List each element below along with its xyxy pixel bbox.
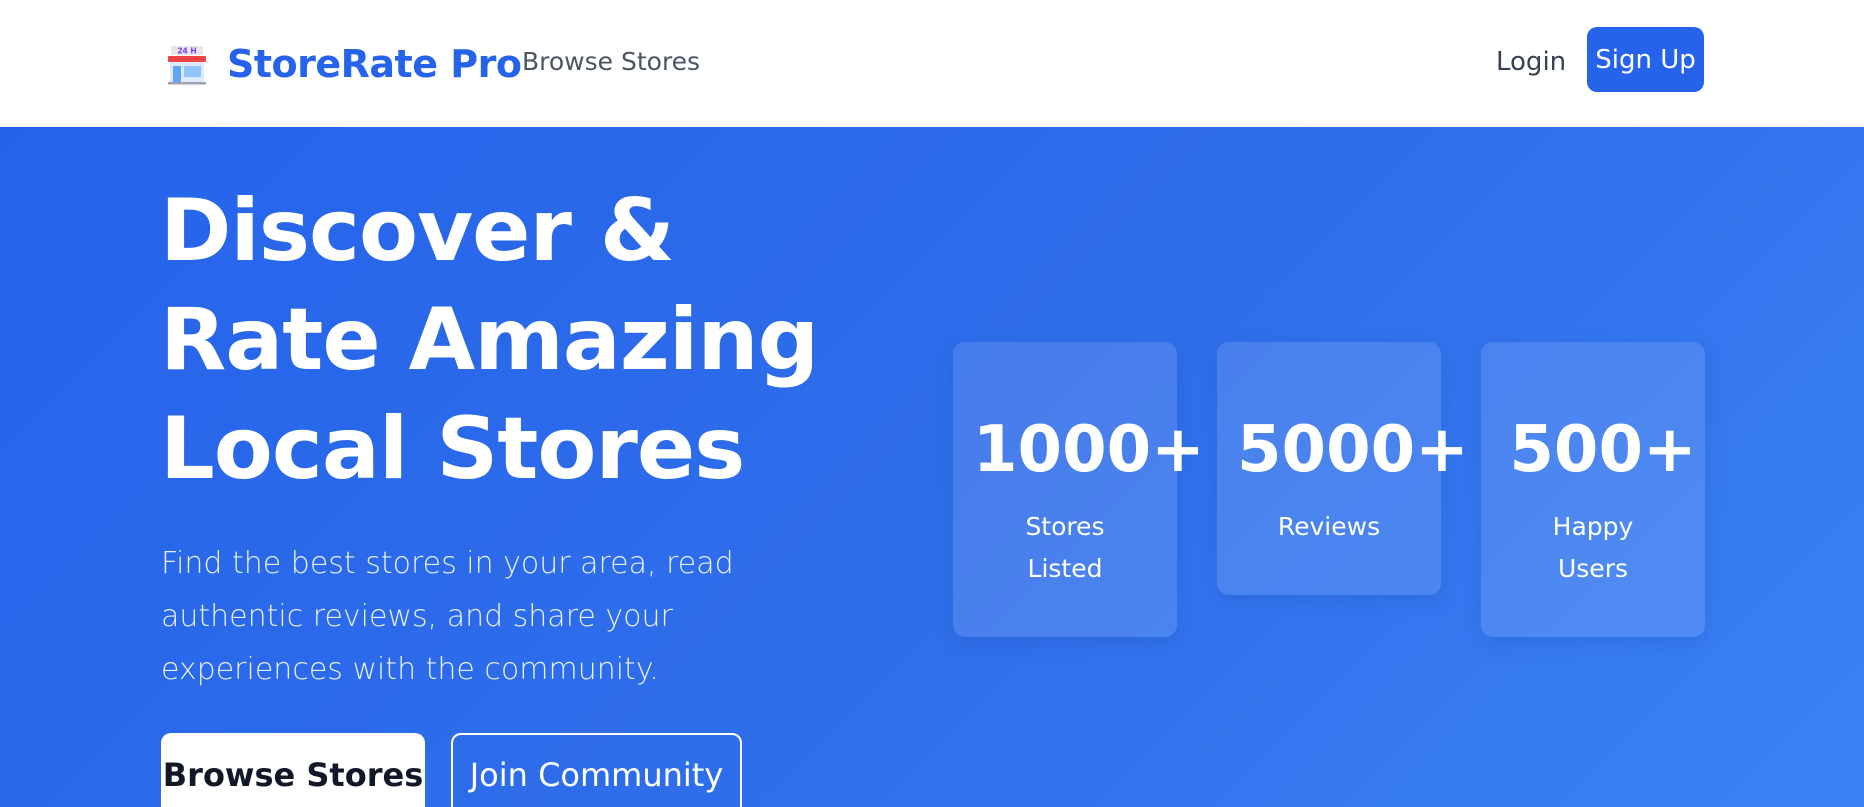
svg-text:24 H: 24 H bbox=[177, 47, 196, 56]
stat-label: Stores Listed bbox=[983, 506, 1147, 590]
stat-label-line: Stores bbox=[1025, 512, 1105, 541]
stat-card-stores: 1000+ Stores Listed bbox=[953, 342, 1205, 637]
stat-label-line: Listed bbox=[1027, 554, 1103, 583]
stat-value: 500+ bbox=[1509, 413, 1697, 487]
stat-label-line: Reviews bbox=[1277, 512, 1381, 541]
browse-stores-button[interactable]: Browse Stores bbox=[161, 733, 425, 807]
stat-label: Happy Users bbox=[1511, 506, 1675, 590]
hero-section: Discover & Rate Amazing Local Stores Fin… bbox=[0, 127, 1864, 807]
stat-value: 1000+ bbox=[973, 413, 1205, 487]
signup-button[interactable]: Sign Up bbox=[1587, 27, 1704, 92]
stat-label-line: Happy bbox=[1552, 512, 1634, 541]
stat-card-users: 500+ Happy Users bbox=[1481, 342, 1705, 637]
brand-name: StoreRate Pro bbox=[227, 42, 522, 86]
hero-title: Discover & Rate Amazing Local Stores bbox=[160, 181, 819, 499]
login-link[interactable]: Login bbox=[1496, 44, 1566, 80]
stat-label: Reviews bbox=[1247, 506, 1411, 548]
brand-logo[interactable]: 24 H StoreRate Pro bbox=[165, 40, 522, 88]
stat-value: 5000+ bbox=[1237, 413, 1469, 487]
stat-card-reviews: 5000+ Reviews bbox=[1217, 342, 1469, 595]
hero-subtitle: Find the best stores in your area, read … bbox=[161, 546, 734, 687]
stat-label-line: Users bbox=[1557, 554, 1628, 583]
join-community-button[interactable]: Join Community bbox=[451, 733, 742, 807]
top-navbar: 24 H StoreRate Pro Browse Stores Login S… bbox=[0, 0, 1864, 127]
nav-browse-stores-link[interactable]: Browse Stores bbox=[522, 44, 700, 80]
store-24h-icon: 24 H bbox=[168, 46, 206, 85]
